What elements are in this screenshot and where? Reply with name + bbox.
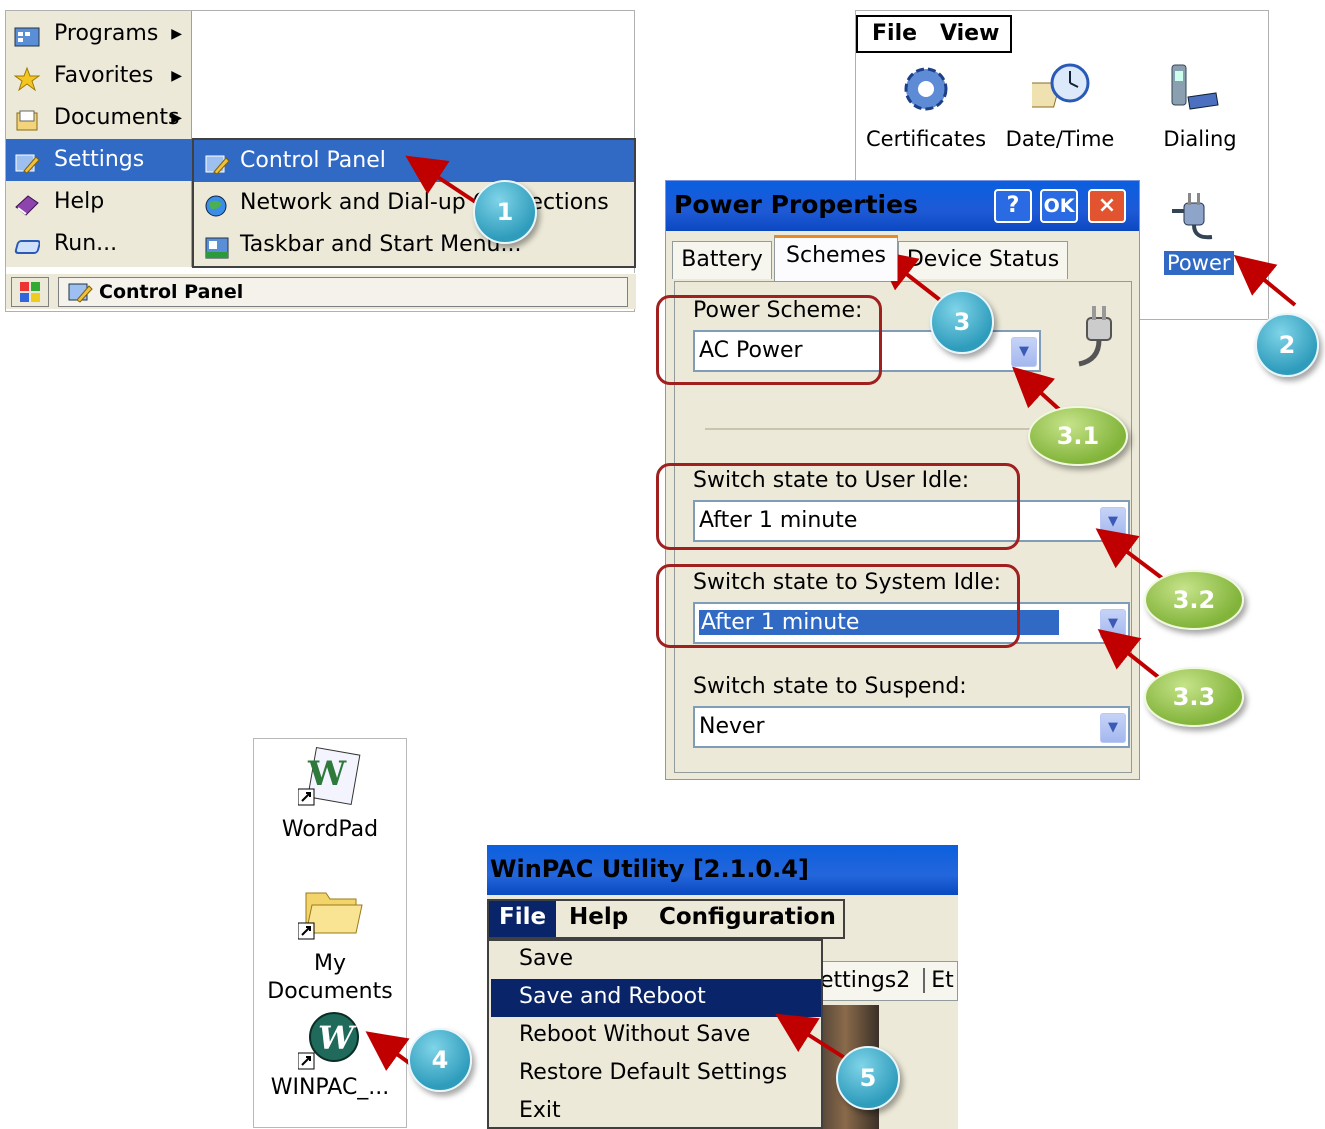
power-plug-icon	[1073, 302, 1125, 376]
documents-icon	[14, 106, 40, 131]
help-book-icon	[14, 190, 40, 216]
cp-label-power[interactable]: Power	[1164, 251, 1234, 275]
chevron-down-icon[interactable]: ▼	[1100, 507, 1126, 537]
callout-3-3: 3.3	[1144, 667, 1244, 727]
submenu-item-taskbar[interactable]: Taskbar and Start Menu...	[194, 224, 634, 266]
winpac-title: WinPAC Utility [2.1.0.4]	[490, 855, 809, 883]
suspend-label: Switch state to Suspend:	[693, 674, 967, 699]
svg-text:W: W	[318, 1019, 357, 1057]
ok-button[interactable]: OK	[1040, 189, 1078, 223]
taskbar-icon	[204, 233, 230, 259]
dialing-phone-icon[interactable]	[1168, 61, 1224, 121]
submenu-item-control-panel[interactable]: Control Panel	[194, 140, 634, 182]
menu-item-save-and-reboot[interactable]: Save and Reboot	[491, 979, 821, 1017]
tab-schemes[interactable]: Schemes	[774, 235, 898, 281]
start-menu: Programs ▶ Favorites ▶ Documents ▶ Setti…	[6, 11, 192, 267]
desktop: W WordPad My Documents W WINPAC_...	[253, 738, 407, 1128]
winpac-menubar: File Help Configuration	[487, 899, 845, 939]
winpac-titlebar: WinPAC Utility [2.1.0.4]	[487, 845, 958, 895]
run-icon	[14, 232, 41, 256]
power-dialog-title: Power Properties	[674, 190, 918, 219]
callout-3: 3	[930, 290, 994, 354]
tab-settings2[interactable]: ettings2	[818, 968, 910, 993]
wordpad-icon[interactable]: W	[297, 745, 364, 813]
start-button[interactable]	[11, 277, 49, 307]
start-menu-item-run[interactable]: Run...	[6, 223, 192, 265]
desktop-label-my: My	[313, 951, 346, 976]
menu-item-reboot-without-save[interactable]: Reboot Without Save	[491, 1017, 821, 1055]
start-menu-item-documents[interactable]: Documents ▶	[6, 97, 192, 139]
submenu-arrow-icon: ▶	[171, 110, 182, 126]
svg-text:W: W	[307, 754, 347, 794]
control-panel-icon	[204, 149, 230, 175]
taskbar-button-control-panel[interactable]: Control Panel	[58, 277, 628, 307]
cp-label-date-time: Date/Time	[1005, 127, 1115, 151]
desktop-label-documents: Documents	[267, 979, 393, 1004]
tab-device-status[interactable]: Device Status	[898, 241, 1068, 279]
cp-label-dialing: Dialing	[1163, 127, 1237, 151]
network-globe-icon	[204, 191, 230, 217]
folder-icon[interactable]	[297, 879, 364, 947]
submenu-arrow-icon: ▶	[171, 26, 182, 42]
help-button[interactable]: ?	[994, 189, 1032, 223]
winpac-w-icon[interactable]: W	[297, 1009, 364, 1077]
close-button[interactable]: ×	[1088, 189, 1126, 223]
cp-label-certificates: Certificates	[865, 127, 987, 151]
highlight-power-scheme	[656, 295, 882, 385]
programs-icon	[14, 22, 40, 47]
file-dropdown-menu: Save Save and Reboot Reboot Without Save…	[487, 939, 823, 1129]
settings-submenu: Control Panel Network and Dial-up Connec…	[192, 138, 636, 268]
suspend-combobox[interactable]: Never ▼	[693, 706, 1130, 748]
submenu-arrow-icon: ▶	[171, 68, 182, 84]
chevron-down-icon[interactable]: ▼	[1100, 609, 1126, 639]
menu-file[interactable]: File	[489, 901, 557, 937]
menu-view[interactable]: View	[940, 21, 999, 46]
tab-ethernet[interactable]: Et	[923, 968, 954, 993]
callout-4: 4	[408, 1028, 472, 1092]
control-panel-menubar: File View	[856, 15, 1012, 53]
windows-logo-icon	[20, 282, 40, 302]
chevron-down-icon[interactable]: ▼	[1100, 713, 1126, 743]
favorites-star-icon	[13, 64, 41, 92]
start-menu-item-favorites[interactable]: Favorites ▶	[6, 55, 192, 97]
highlight-system-idle	[656, 564, 1020, 648]
menu-item-exit[interactable]: Exit	[491, 1093, 821, 1129]
start-menu-item-programs[interactable]: Programs ▶	[6, 13, 192, 55]
certificates-gear-icon[interactable]	[898, 61, 954, 121]
start-menu-item-settings[interactable]: Settings	[6, 139, 192, 181]
menu-help[interactable]: Help	[569, 904, 628, 930]
date-time-clock-icon[interactable]	[1023, 61, 1092, 121]
power-dialog-titlebar: Power Properties ? OK ×	[666, 181, 1139, 231]
submenu-item-network[interactable]: Network and Dial-up Connections	[194, 182, 634, 224]
desktop-label-winpac: WINPAC_...	[270, 1075, 390, 1100]
callout-1: 1	[473, 180, 537, 244]
menu-item-save[interactable]: Save	[491, 941, 821, 979]
control-panel-icon	[67, 280, 93, 312]
tab-battery[interactable]: Battery	[672, 241, 772, 279]
start-menu-panel: Programs ▶ Favorites ▶ Documents ▶ Setti…	[5, 10, 636, 312]
partial-tab-strip: ettings2 Et	[817, 961, 958, 1001]
start-menu-item-help[interactable]: Help	[6, 181, 192, 223]
callout-3-2: 3.2	[1144, 570, 1244, 630]
highlight-user-idle	[656, 463, 1020, 550]
power-plug-icon[interactable]	[1168, 189, 1224, 249]
menu-file[interactable]: File	[872, 21, 917, 46]
callout-5: 5	[836, 1046, 900, 1110]
callout-2: 2	[1255, 313, 1319, 377]
menu-item-restore-defaults[interactable]: Restore Default Settings	[491, 1055, 821, 1093]
taskbar: Control Panel	[6, 273, 636, 309]
callout-3-1: 3.1	[1028, 406, 1128, 466]
desktop-label-wordpad: WordPad	[281, 817, 379, 842]
menu-configuration[interactable]: Configuration	[659, 904, 836, 930]
settings-icon	[14, 148, 40, 174]
chevron-down-icon[interactable]: ▼	[1011, 337, 1037, 367]
